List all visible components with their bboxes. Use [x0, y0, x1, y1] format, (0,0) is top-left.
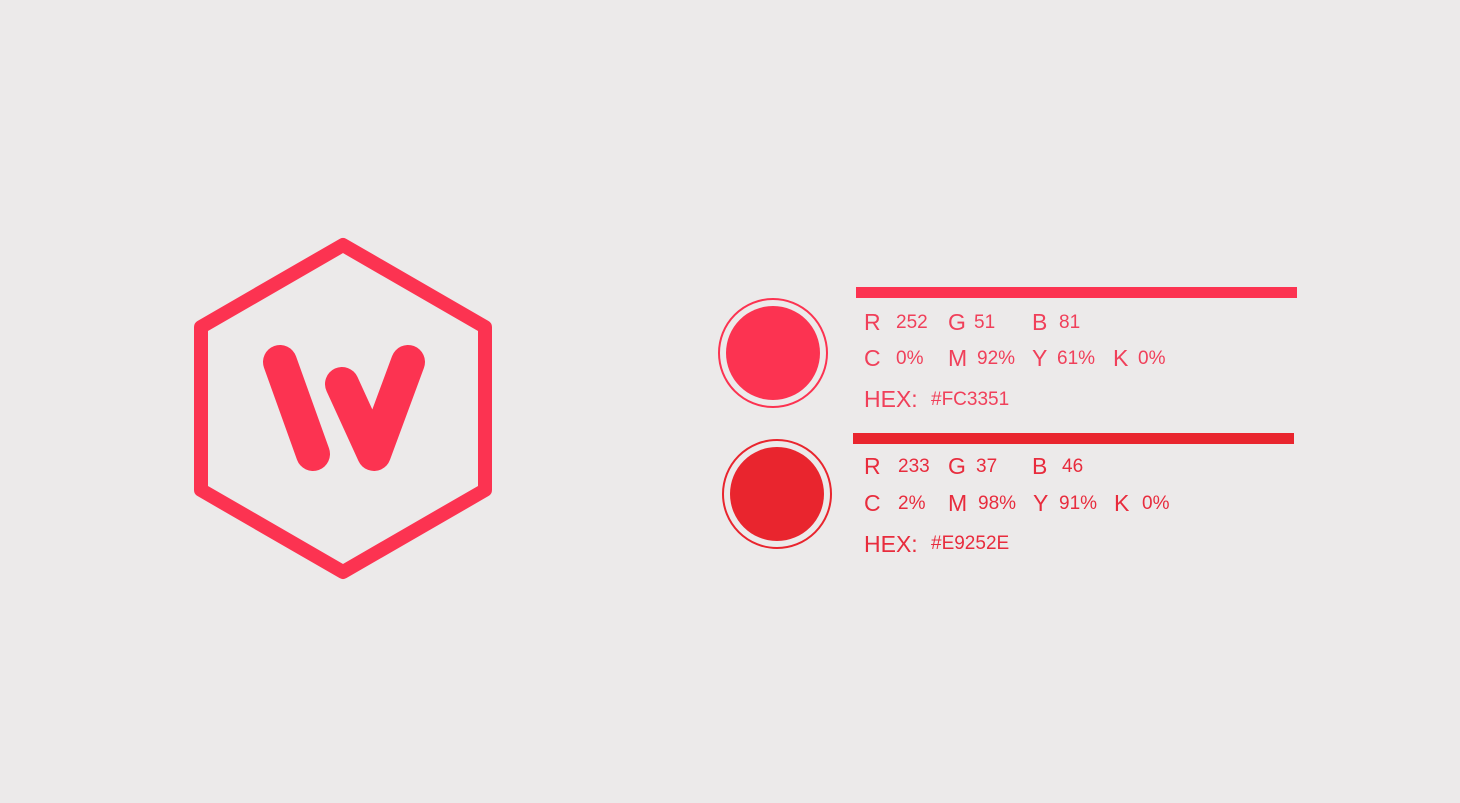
c-value: 2% — [898, 493, 926, 514]
hexagon-w-logo — [194, 238, 492, 579]
y-value: 91% — [1059, 493, 1098, 514]
color-bar — [853, 433, 1294, 444]
y-label: Y — [1033, 490, 1049, 516]
color-bar — [856, 287, 1297, 298]
b-value: 46 — [1062, 456, 1084, 477]
k-label: K — [1114, 490, 1130, 516]
g-label: G — [948, 453, 966, 479]
r-label: R — [864, 453, 881, 479]
y-label: Y — [1032, 345, 1048, 371]
m-value: 92% — [977, 348, 1016, 369]
color-swatch-secondary: R 233 G 37 B 46 C 2% M 98% Y 91% K 0% HE… — [722, 433, 1322, 573]
hex-label: HEX: — [864, 386, 918, 412]
r-value: 252 — [896, 312, 928, 333]
b-label: B — [1032, 453, 1048, 479]
k-label: K — [1113, 345, 1129, 371]
y-value: 61% — [1057, 348, 1096, 369]
hex-value: #FC3351 — [931, 389, 1010, 410]
color-circle-outline — [722, 439, 832, 549]
m-label: M — [948, 490, 968, 516]
color-circle-outline — [718, 298, 828, 408]
r-value: 233 — [898, 456, 930, 477]
b-value: 81 — [1059, 312, 1081, 333]
g-value: 51 — [974, 312, 996, 333]
color-swatch-primary: R 252 G 51 B 81 C 0% M 92% Y 61% K 0% HE… — [718, 287, 1318, 427]
k-value: 0% — [1142, 493, 1170, 514]
r-label: R — [864, 309, 881, 335]
m-label: M — [948, 345, 968, 371]
color-circle-fill — [730, 447, 824, 541]
m-value: 98% — [978, 493, 1017, 514]
g-value: 37 — [976, 456, 998, 477]
g-label: G — [948, 309, 966, 335]
c-label: C — [864, 345, 881, 371]
hex-value: #E9252E — [931, 533, 1010, 554]
hex-label: HEX: — [864, 531, 918, 557]
color-circle-fill — [726, 306, 820, 400]
c-label: C — [864, 490, 881, 516]
letter-w-icon — [263, 345, 425, 471]
b-label: B — [1032, 309, 1048, 335]
k-value: 0% — [1138, 348, 1166, 369]
c-value: 0% — [896, 348, 924, 369]
